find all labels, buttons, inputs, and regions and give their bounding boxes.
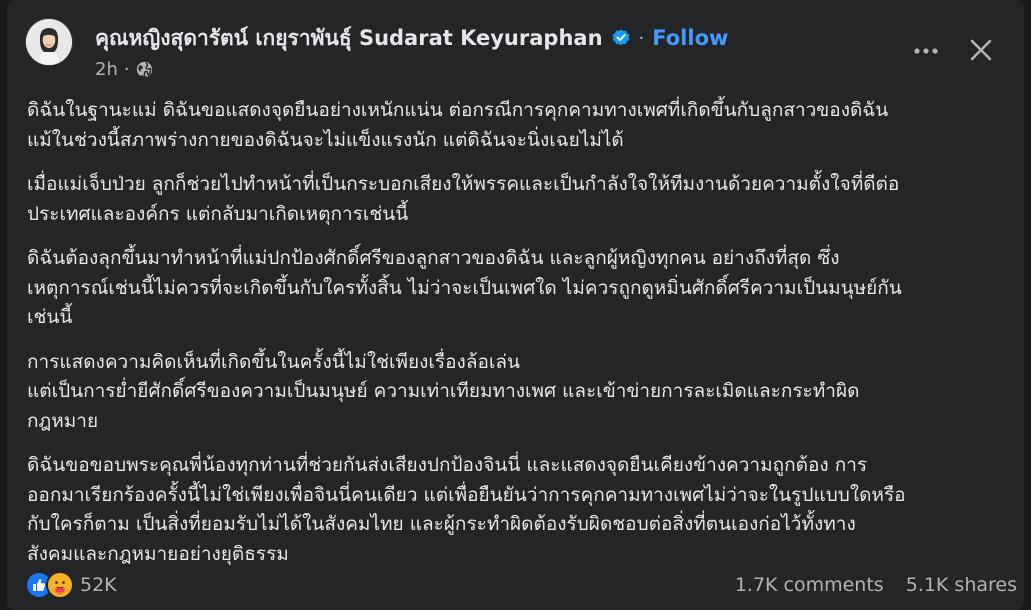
more-dots-icon [914,48,938,54]
reactions-summary[interactable]: 52K [27,573,117,597]
reaction-count[interactable]: 52K [80,574,117,596]
meta-separator-dot: · [123,58,130,80]
post-footer: 52K 1.7K comments 5.1K shares [27,569,1017,601]
shares-count[interactable]: 5.1K shares [906,574,1017,596]
post-line: แม้ในช่วงนี้สภาพร่างกายของดิฉันจะไม่แข็ง… [27,128,624,151]
post-line: กับใครก็ตาม เป็นสิ่งที่ยอมรับไม่ได้ในสัง… [27,513,856,535]
post-paragraph: ดิฉันต้องลุกขึ้นมาทำหน้าที่แม่ปกป้องศักด… [27,244,1017,333]
post-body: ดิฉันในฐานะแม่ ดิฉันขอแสดงจุดยืนอย่างเหน… [27,96,1017,584]
close-button[interactable] [963,32,999,68]
author-avatar[interactable] [26,19,72,65]
author-name[interactable]: คุณหญิงสุดารัตน์ เกยุราพันธุ์ Sudarat Ke… [95,22,603,55]
profile-photo [26,19,72,65]
more-options-button[interactable] [911,36,941,66]
post-line: ดิฉันขอขอบพระคุณพี่น้องทุกท่านที่ช่วยกัน… [27,454,868,476]
globe-icon[interactable] [136,61,153,78]
close-icon [970,39,992,61]
post-line: ออกมาเรียกร้องครั้งนี้ไม่ใช่เพียงเพื่อจิ… [27,483,906,506]
post-paragraph: การแสดงความคิดเห็นที่เกิดขึ้นในครั้งนี้ไ… [27,348,1017,437]
post-line: แต่เป็นการย่ำยีศักดิ์ศรีของความเป็นมนุษย… [27,380,860,402]
separator-dot: · [638,27,645,49]
post-line: เหตุการณ์เช่นนี้ไม่ควรที่จะเกิดขึ้นกับใค… [27,276,902,299]
author-line: คุณหญิงสุดารัตน์ เกยุราพันธุ์ Sudarat Ke… [95,24,728,52]
post-line: ดิฉันในฐานะแม่ ดิฉันขอแสดงจุดยืนอย่างเหน… [27,99,889,121]
post-line: ดิฉันต้องลุกขึ้นมาทำหน้าที่แม่ปกป้องศักด… [27,247,840,269]
post-paragraph: เมื่อแม่เจ็บป่วย ลูกก็ช่วยไปทำหน้าที่เป็… [27,170,1017,229]
post-time[interactable]: 2h [95,59,118,80]
post-line: ประเทศและองค์กร แต่กลับมาเกิดเหตุการเช่น… [27,202,409,225]
post-line: สังคมและกฎหมายอย่างยุติธรรม [27,542,289,565]
verified-badge-icon [611,28,631,48]
comments-count[interactable]: 1.7K comments [735,574,884,596]
post-line: เมื่อแม่เจ็บป่วย ลูกก็ช่วยไปทำหน้าที่เป็… [27,173,900,195]
post-paragraph: ดิฉันขอขอบพระคุณพี่น้องทุกท่านที่ช่วยกัน… [27,451,1017,569]
post-meta: 2h · [95,57,153,81]
care-icon [48,573,72,597]
follow-button[interactable]: Follow [652,26,728,50]
post-line: กฎหมาย [27,409,99,432]
post-line: เช่นนี้ [27,306,73,328]
post-card: คุณหญิงสุดารัตน์ เกยุราพันธุ์ Sudarat Ke… [7,0,1024,610]
post-paragraph: ดิฉันในฐานะแม่ ดิฉันขอแสดงจุดยืนอย่างเหน… [27,96,1017,155]
post-line: การแสดงความคิดเห็นที่เกิดขึ้นในครั้งนี้ไ… [27,350,520,373]
